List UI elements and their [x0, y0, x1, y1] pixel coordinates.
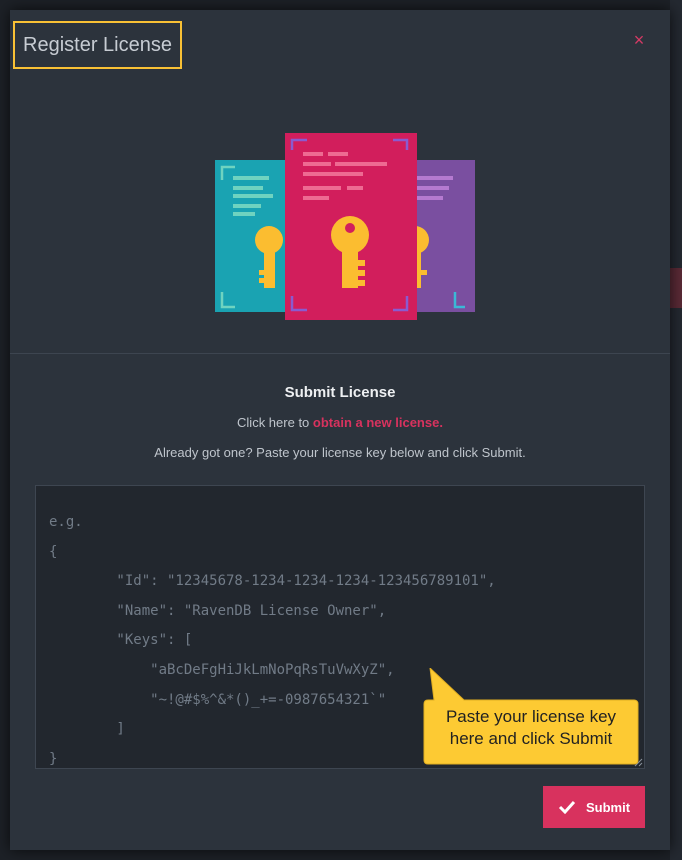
paste-instruction: Already got one? Paste your license key … — [154, 445, 526, 460]
submit-label: Submit — [585, 799, 631, 815]
obtain-license-link[interactable]: obtain a new license. — [313, 415, 443, 430]
close-button[interactable]: × — [630, 30, 648, 50]
section-heading: Submit License — [284, 384, 396, 401]
tooltip-callout: Paste your license key here and click Su… — [420, 666, 640, 766]
background-accent — [670, 268, 682, 308]
check-icon — [558, 800, 576, 814]
section-divider — [10, 353, 670, 354]
dialog-title-highlight: Register License — [13, 21, 182, 69]
background-page — [670, 0, 682, 860]
close-icon[interactable]: × — [634, 30, 645, 50]
dialog-title: Register License — [23, 33, 172, 56]
obtain-license-text: Click here to obtain a new license. — [10, 415, 670, 430]
license-documents-key-icon — [215, 133, 475, 320]
submit-button[interactable]: Submit — [543, 786, 645, 828]
obtain-prefix: Click here to — [237, 415, 310, 430]
register-license-dialog: Register License × Submit License Click … — [10, 10, 670, 850]
callout-text: Paste your license key here and click Su… — [445, 707, 617, 748]
